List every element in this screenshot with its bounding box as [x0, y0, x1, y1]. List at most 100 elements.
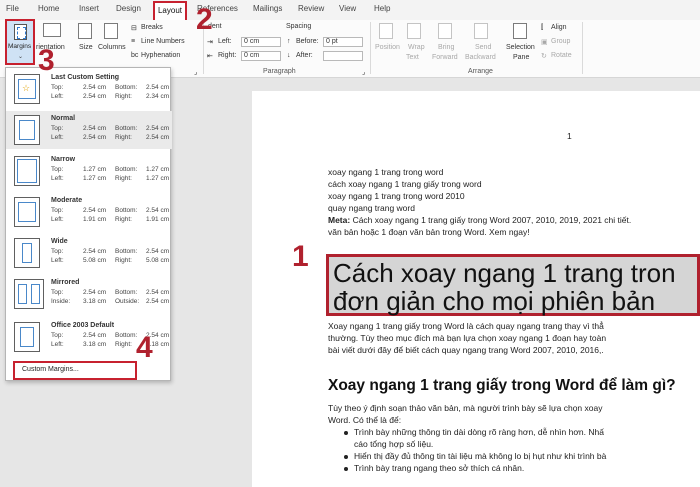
- bullet-item: Trình bày những thông tin dài dòng rõ rà…: [354, 427, 604, 437]
- margin-preset-icon: ☆: [14, 74, 40, 104]
- label-bottom: Bottom:: [115, 125, 138, 132]
- label-right: Right:: [115, 257, 132, 264]
- bring-forward-label-2: Forward: [432, 54, 458, 61]
- rotate-button[interactable]: Rotate: [551, 52, 572, 59]
- tab-help[interactable]: Help: [374, 4, 390, 13]
- tab-mailings[interactable]: Mailings: [253, 4, 282, 13]
- tab-file[interactable]: File: [6, 4, 19, 13]
- label-right: Right:: [115, 341, 132, 348]
- paragraph-launcher-icon[interactable]: ⌟: [362, 68, 365, 76]
- bring-forward-button[interactable]: Bring: [438, 44, 454, 51]
- bullet-icon: [344, 467, 348, 471]
- breaks-button[interactable]: Breaks: [141, 24, 163, 31]
- annotation-number-4: 4: [136, 331, 153, 364]
- bring-forward-icon: [438, 23, 452, 39]
- rotate-icon: ↻: [541, 53, 547, 60]
- document-line: cách xoay ngang 1 trang giấy trong word: [328, 179, 482, 189]
- spacing-before-input[interactable]: 0 pt: [323, 37, 363, 47]
- indent-right-input[interactable]: 0 cm: [241, 51, 281, 61]
- wrap-text-icon: [407, 23, 421, 39]
- indent-left-icon: ⇥: [207, 39, 213, 46]
- value-bottom: 2.54 cm: [146, 125, 170, 132]
- selected-heading[interactable]: Cách xoay ngang 1 trang tron đơn giản ch…: [326, 254, 700, 316]
- value-top: 2.54 cm: [83, 289, 107, 296]
- preset-name: Narrow: [51, 156, 76, 163]
- orientation-icon: [43, 23, 61, 37]
- value-top: 2.54 cm: [83, 207, 107, 214]
- label-bottom: Bottom:: [115, 332, 138, 339]
- tab-layout[interactable]: Layout: [153, 1, 187, 20]
- label-right: Right:: [115, 134, 132, 141]
- tab-view[interactable]: View: [339, 4, 356, 13]
- margin-preset-moderate[interactable]: Moderate Top: 2.54 cm Bottom: 2.54 cm Le…: [6, 193, 172, 231]
- arrange-group-label: Arrange: [468, 68, 493, 75]
- label-top: Top:: [51, 289, 64, 296]
- margins-label: Margins: [8, 43, 32, 50]
- indent-right-icon: ⇤: [207, 53, 213, 60]
- document-page[interactable]: 1 xoay ngang 1 trang trong word cách xoa…: [252, 91, 700, 487]
- margin-preset-narrow[interactable]: Narrow Top: 1.27 cm Bottom: 1.27 cm Left…: [6, 152, 172, 190]
- label-inside: Inside:: [51, 298, 71, 305]
- paragraph-group-label: Paragraph: [263, 68, 296, 75]
- bullet-icon: [344, 455, 348, 459]
- send-backward-button[interactable]: Send: [475, 44, 491, 51]
- preset-name: Office 2003 Default: [51, 322, 115, 329]
- position-button[interactable]: Position: [375, 44, 400, 51]
- intro-line: thường. Tùy theo mục đích mà bạn lựa chọ…: [328, 333, 607, 343]
- bullet-item: Hiển thị đầy đủ thông tin tài liệu mà kh…: [354, 451, 607, 461]
- label-top: Top:: [51, 248, 64, 255]
- preset-name: Moderate: [51, 197, 83, 204]
- margin-preset-icon: [14, 156, 40, 186]
- margin-preset-wide[interactable]: Wide Top: 2.54 cm Bottom: 2.54 cm Left: …: [6, 234, 172, 272]
- label-bottom: Bottom:: [115, 166, 138, 173]
- margin-preset-normal[interactable]: Normal Top: 2.54 cm Bottom: 2.54 cm Left…: [6, 111, 172, 149]
- margin-preset-last-custom[interactable]: ☆ Last Custom Setting Top: 2.54 cm Botto…: [6, 70, 172, 108]
- heading-line-2: đơn giản cho mọi phiên bản: [333, 286, 656, 316]
- bullet-item-continued: cáo tổng hợp số liệu.: [354, 439, 434, 449]
- value-right: 2.34 cm: [146, 93, 170, 100]
- preset-name: Wide: [51, 238, 68, 245]
- wrap-text-label-2: Text: [406, 54, 419, 61]
- tab-design[interactable]: Design: [116, 4, 141, 13]
- custom-margins-item[interactable]: Custom Margins...: [13, 361, 137, 380]
- spacing-after-input[interactable]: [323, 51, 363, 61]
- preset-name: Mirrored: [51, 279, 80, 286]
- value-bottom: 1.27 cm: [146, 166, 170, 173]
- selection-pane-label-2: Pane: [513, 54, 530, 61]
- layout-launcher-icon[interactable]: ⌟: [194, 68, 197, 76]
- spacing-before-label: Before:: [296, 38, 319, 45]
- margins-button[interactable]: Margins ⌄: [5, 19, 35, 65]
- value-bottom: 2.54 cm: [146, 289, 170, 296]
- send-backward-icon: [474, 23, 488, 39]
- spacing-after-icon: ↓: [287, 52, 291, 59]
- hyphenation-button[interactable]: Hyphenation: [141, 52, 180, 59]
- value-top: 2.54 cm: [83, 84, 107, 91]
- tab-review[interactable]: Review: [298, 4, 324, 13]
- custom-margins-label: Custom Margins...: [22, 366, 79, 373]
- value-outside: 2.54 cm: [146, 298, 170, 305]
- annotation-number-1: 1: [292, 240, 309, 273]
- wrap-text-button[interactable]: Wrap: [408, 44, 425, 51]
- label-top: Top:: [51, 207, 64, 214]
- value-bottom: 2.54 cm: [146, 248, 170, 255]
- annotation-number-2: 2: [196, 3, 213, 36]
- margin-preset-mirrored[interactable]: Mirrored Top: 2.54 cm Bottom: 2.54 cm In…: [6, 275, 172, 313]
- selection-pane-button[interactable]: Selection: [506, 44, 535, 51]
- meta-line-2: văn bản hoặc 1 đoạn văn bản trong Word. …: [328, 227, 530, 237]
- group-button[interactable]: Group: [551, 38, 570, 45]
- label-top: Top:: [51, 125, 64, 132]
- line-numbers-button[interactable]: Line Numbers: [141, 38, 185, 45]
- value-left: 2.54 cm: [83, 93, 107, 100]
- align-button[interactable]: Align: [551, 24, 567, 31]
- section-heading: Xoay ngang 1 trang giấy trong Word để là…: [328, 377, 676, 394]
- label-outside: Outside:: [115, 298, 140, 305]
- label-top: Top:: [51, 84, 64, 91]
- label-top: Top:: [51, 332, 64, 339]
- tab-insert[interactable]: Insert: [79, 4, 99, 13]
- indent-left-input[interactable]: 0 cm: [241, 37, 281, 47]
- position-icon: [379, 23, 393, 39]
- annotation-number-3: 3: [38, 44, 55, 77]
- value-top: 2.54 cm: [83, 248, 107, 255]
- hyphenation-icon: bc: [131, 52, 139, 59]
- tab-home[interactable]: Home: [38, 4, 59, 13]
